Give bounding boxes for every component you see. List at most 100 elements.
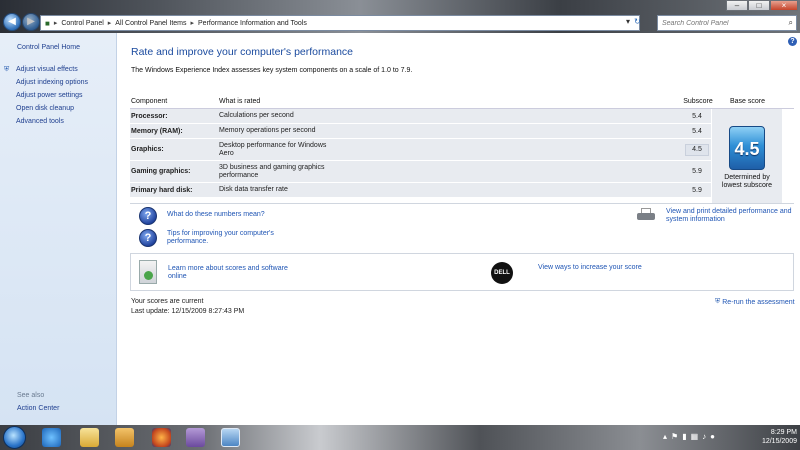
sidebar: Control Panel Home ⛨ Adjust visual effec… bbox=[0, 33, 117, 425]
breadcrumb-control-panel[interactable]: Control Panel bbox=[61, 20, 103, 27]
battery-icon[interactable]: ▮ bbox=[682, 432, 686, 441]
control-panel-icon: ■ bbox=[45, 18, 50, 28]
view-print-details-link[interactable]: View and print detailed performance and … bbox=[666, 208, 796, 224]
search-input[interactable] bbox=[662, 19, 782, 27]
shield-icon: ⛨ bbox=[715, 298, 721, 305]
row-subscore: 5.9 bbox=[692, 168, 702, 175]
firefox-icon[interactable] bbox=[152, 428, 171, 447]
breadcrumb-arrow-icon: ▸ bbox=[53, 20, 58, 27]
taskbar: ▴ ⚑ ▮ ▦ ♪ ● 8:29 PM 12/15/2009 bbox=[0, 425, 800, 450]
intro-text: The Windows Experience Index assesses ke… bbox=[131, 67, 413, 74]
row-component: Gaming graphics: bbox=[131, 168, 191, 175]
table-row: Processor: Calculations per second 5.4 bbox=[130, 109, 794, 124]
clock-date: 12/15/2009 bbox=[761, 438, 797, 445]
row-rated: 3D business and gaming graphics performa… bbox=[219, 163, 325, 179]
control-panel-task-icon[interactable] bbox=[221, 428, 240, 447]
volume-icon[interactable]: ♪ bbox=[702, 432, 706, 441]
tray-expand-icon[interactable]: ▴ bbox=[663, 432, 667, 441]
scores-software-icon bbox=[139, 260, 157, 284]
explorer-folder-icon[interactable] bbox=[80, 428, 99, 447]
question-icon: ? bbox=[139, 207, 157, 225]
rerun-assessment-link[interactable]: ⛨ Re-run the assessment bbox=[715, 298, 795, 306]
sidebar-task-list: ⛨ Adjust visual effects Adjust indexing … bbox=[4, 63, 88, 128]
row-subscore: 5.4 bbox=[692, 127, 702, 135]
learn-more-scores-link[interactable]: Learn more about scores and software onl… bbox=[168, 265, 298, 281]
window-controls: – □ × bbox=[726, 0, 798, 11]
row-subscore: 5.4 bbox=[692, 112, 702, 120]
flag-icon[interactable]: ⚑ bbox=[671, 432, 678, 441]
info-box: Learn more about scores and software onl… bbox=[130, 253, 794, 291]
clock-time: 8:29 PM bbox=[770, 429, 797, 436]
table-row: Primary hard disk: Disk data transfer ra… bbox=[130, 183, 794, 198]
table-row: Graphics: Desktop performance for Window… bbox=[130, 139, 794, 161]
row-rated: Desktop performance for Windows Aero bbox=[219, 141, 327, 157]
header-what-rated: What is rated bbox=[219, 97, 261, 105]
table-row: Gaming graphics: 3D business and gaming … bbox=[130, 161, 794, 183]
dell-logo-icon: DELL bbox=[491, 262, 513, 284]
back-button[interactable]: ◀ bbox=[3, 13, 21, 31]
action-center-link[interactable]: Action Center bbox=[17, 405, 59, 412]
messenger-icon[interactable] bbox=[186, 428, 205, 447]
close-button[interactable]: × bbox=[770, 0, 798, 11]
sidebar-item-label: Advanced tools bbox=[16, 118, 64, 125]
address-tools: ▾ ↻ bbox=[626, 17, 641, 26]
divider bbox=[130, 203, 794, 204]
internet-explorer-icon[interactable] bbox=[42, 428, 61, 447]
row-rated: Memory operations per second bbox=[219, 127, 316, 134]
window-titlebar: – □ × ◀ ▶ ■ ▸ Control Panel ▸ All Contro… bbox=[0, 0, 800, 33]
search-icon[interactable]: ⌕ bbox=[789, 18, 793, 28]
header-component: Component bbox=[131, 98, 168, 105]
control-panel-home-link[interactable]: Control Panel Home bbox=[17, 44, 80, 51]
base-score-panel: 4.5 Determined by lowest subscore bbox=[712, 109, 782, 203]
sidebar-item-indexing[interactable]: Adjust indexing options bbox=[4, 76, 88, 89]
score-table: Component What is rated Subscore Base sc… bbox=[130, 95, 794, 198]
breadcrumb-performance[interactable]: Performance Information and Tools bbox=[198, 20, 307, 27]
maximize-button[interactable]: □ bbox=[748, 0, 770, 11]
row-component: Memory (RAM): bbox=[131, 127, 183, 135]
see-also-heading: See also bbox=[17, 392, 45, 399]
network-icon[interactable]: ▦ bbox=[691, 432, 699, 441]
notification-icon[interactable]: ● bbox=[710, 432, 715, 441]
row-component: Primary hard disk: bbox=[131, 186, 193, 194]
help-icon[interactable]: ? bbox=[788, 37, 797, 46]
taskbar-clock[interactable]: 8:29 PM 12/15/2009 bbox=[747, 428, 797, 446]
system-tray: ▴ ⚑ ▮ ▦ ♪ ● bbox=[663, 432, 715, 441]
forward-button[interactable]: ▶ bbox=[22, 13, 40, 31]
row-rated: Calculations per second bbox=[219, 112, 294, 119]
question-icon: ? bbox=[139, 229, 157, 247]
sidebar-item-label: Adjust visual effects bbox=[16, 66, 78, 73]
sidebar-item-label: Open disk cleanup bbox=[16, 105, 74, 112]
what-numbers-mean-link[interactable]: What do these numbers mean? bbox=[167, 211, 265, 219]
dropdown-arrow-icon[interactable]: ▾ bbox=[626, 17, 630, 26]
base-score-badge: 4.5 bbox=[729, 126, 765, 170]
header-subscore: Subscore bbox=[683, 98, 713, 105]
media-player-icon[interactable] bbox=[115, 428, 134, 447]
sidebar-item-advanced-tools[interactable]: Advanced tools bbox=[4, 115, 88, 128]
header-base-score: Base score bbox=[730, 98, 766, 105]
row-component: Graphics: bbox=[131, 146, 164, 153]
breadcrumb-all-items[interactable]: All Control Panel Items bbox=[115, 20, 186, 27]
sidebar-item-label: Adjust power settings bbox=[16, 92, 83, 99]
tips-improving-link[interactable]: Tips for improving your computer's perfo… bbox=[167, 230, 297, 246]
breadcrumb-arrow-icon: ▸ bbox=[190, 20, 195, 27]
start-button[interactable] bbox=[3, 426, 26, 449]
sidebar-item-visual-effects[interactable]: ⛨ Adjust visual effects bbox=[4, 63, 88, 76]
page-title: Rate and improve your computer's perform… bbox=[131, 46, 354, 58]
sidebar-item-power[interactable]: Adjust power settings bbox=[4, 89, 88, 102]
main-content: ? Rate and improve your computer's perfo… bbox=[118, 33, 800, 425]
sidebar-item-label: Adjust indexing options bbox=[16, 79, 88, 86]
table-header: Component What is rated Subscore Base sc… bbox=[130, 95, 794, 109]
refresh-icon[interactable]: ↻ bbox=[634, 17, 641, 26]
breadcrumb-arrow-icon: ▸ bbox=[107, 20, 112, 27]
minimize-button[interactable]: – bbox=[726, 0, 748, 11]
printer-icon bbox=[637, 208, 655, 222]
row-subscore-lowest: 4.5 bbox=[685, 143, 709, 156]
sidebar-item-disk-cleanup[interactable]: Open disk cleanup bbox=[4, 102, 88, 115]
row-component: Processor: bbox=[131, 112, 168, 120]
last-update-text: Last update: 12/15/2009 8:27:43 PM bbox=[131, 308, 245, 315]
increase-score-link[interactable]: View ways to increase your score bbox=[538, 264, 642, 272]
shield-icon: ⛨ bbox=[4, 65, 10, 73]
address-bar[interactable]: ■ ▸ Control Panel ▸ All Control Panel It… bbox=[40, 15, 640, 31]
search-box[interactable]: ⌕ bbox=[657, 15, 797, 31]
base-score-caption: Determined by lowest subscore bbox=[721, 174, 773, 189]
